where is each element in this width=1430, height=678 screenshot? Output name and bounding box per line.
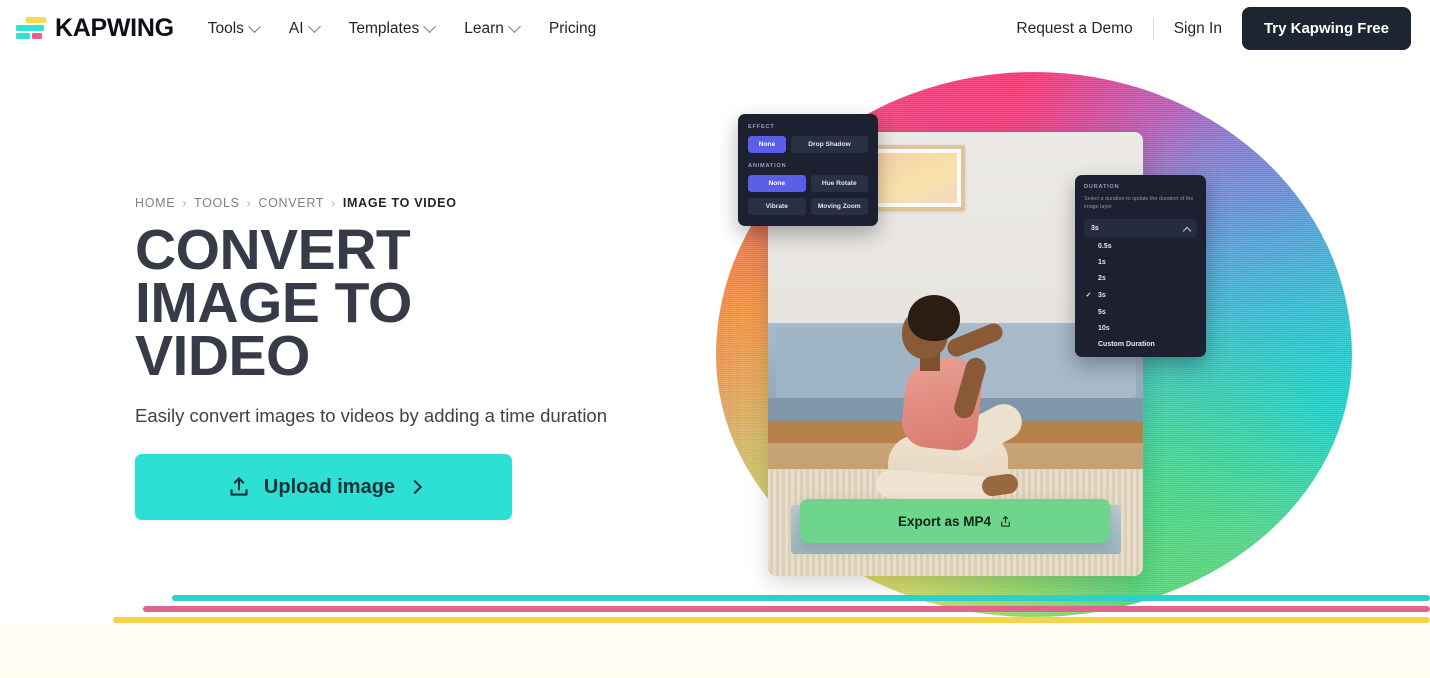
- kapwing-bars-logo-icon: [16, 17, 46, 40]
- nav-item-pricing[interactable]: Pricing: [549, 20, 596, 38]
- photo-wall-art-frame: [865, 145, 965, 211]
- nav-item-learn[interactable]: Learn: [464, 19, 521, 38]
- breadcrumb: HOME › TOOLS › CONVERT › IMAGE TO VIDEO: [135, 196, 695, 210]
- chevron-down-icon: [508, 20, 521, 34]
- chevron-right-icon: [407, 479, 423, 495]
- duration-option-custom[interactable]: Custom Duration: [1084, 336, 1197, 352]
- duration-options-list: 0.5s 1s 2s ✓ 3s 5s 10s Custom Duration: [1084, 238, 1197, 352]
- breadcrumb-item-convert[interactable]: CONVERT: [258, 196, 324, 210]
- duration-option-label: 0.5s: [1098, 242, 1112, 250]
- nav-item-label: Tools: [207, 19, 244, 37]
- upload-icon: [230, 477, 248, 496]
- nav-item-label: Templates: [348, 19, 420, 37]
- breadcrumb-item-home[interactable]: HOME: [135, 196, 175, 210]
- breadcrumb-separator-icon: ›: [246, 196, 252, 210]
- request-demo-link[interactable]: Request a Demo: [996, 20, 1152, 38]
- chevron-down-icon: [423, 20, 437, 34]
- animation-option-hue-rotate[interactable]: Hue Rotate: [810, 175, 868, 192]
- animation-option-none[interactable]: None: [748, 175, 806, 192]
- duration-selected-value: 3s: [1091, 225, 1099, 233]
- duration-option-0-5s[interactable]: 0.5s: [1084, 238, 1197, 254]
- export-share-icon: [1001, 515, 1010, 527]
- duration-option-label: 3s: [1098, 291, 1106, 299]
- nav-actions: Request a Demo Sign In Try Kapwing Free: [996, 7, 1430, 50]
- animation-option-vibrate[interactable]: Vibrate: [748, 198, 806, 215]
- page-subtitle: Easily convert images to videos by addin…: [135, 405, 608, 426]
- effect-options-row: None Drop Shadow: [748, 136, 868, 153]
- nav-item-tools[interactable]: Tools: [207, 19, 261, 38]
- duration-option-3s[interactable]: ✓ 3s: [1084, 287, 1197, 304]
- nav-links: Tools AI Templates Learn Pricing: [208, 20, 597, 38]
- breadcrumb-item-tools[interactable]: TOOLS: [194, 196, 240, 210]
- page-root: KAPWING Tools AI Templates Learn Pricing: [0, 0, 1430, 678]
- bottom-section-background: [0, 624, 1430, 678]
- breadcrumb-separator-icon: ›: [182, 196, 188, 210]
- chevron-down-icon: [307, 20, 321, 34]
- hero-illustration: EFFECT None Drop Shadow ANIMATION None H…: [700, 58, 1400, 618]
- photo-person-yoga-pose: [864, 295, 1064, 523]
- duration-option-label: 2s: [1098, 275, 1106, 283]
- export-button-label: Export as MP4: [897, 513, 992, 529]
- duration-section-label: DURATION: [1084, 184, 1120, 190]
- effect-section-label: EFFECT: [748, 124, 775, 130]
- breadcrumb-item-current: IMAGE TO VIDEO: [342, 196, 457, 210]
- top-navigation-bar: KAPWING Tools AI Templates Learn Pricing: [0, 0, 1430, 57]
- nav-item-label: Pricing: [548, 19, 597, 37]
- duration-option-label: 5s: [1098, 308, 1106, 316]
- duration-description: Select a duration to update the duration…: [1084, 196, 1194, 211]
- brand-name: KAPWING: [55, 14, 174, 42]
- duration-select-trigger[interactable]: 3s: [1084, 219, 1197, 239]
- effect-option-drop-shadow[interactable]: Drop Shadow: [791, 136, 868, 153]
- page-title: Convert image to video: [135, 218, 412, 388]
- decorative-rule-yellow: [113, 617, 1430, 623]
- animation-options-row-1: None Hue Rotate: [748, 175, 868, 192]
- nav-item-label: AI: [288, 19, 304, 37]
- chevron-down-icon: [248, 20, 261, 34]
- duration-option-5s[interactable]: 5s: [1084, 304, 1197, 320]
- upload-button-label: Upload image: [263, 475, 396, 498]
- nav-item-templates[interactable]: Templates: [348, 19, 437, 38]
- export-as-mp4-button[interactable]: Export as MP4: [800, 499, 1110, 543]
- decorative-rule-pink: [143, 606, 1430, 612]
- duration-option-label: 10s: [1098, 324, 1110, 332]
- effect-settings-panel: EFFECT None Drop Shadow ANIMATION None H…: [738, 114, 878, 226]
- nav-item-ai[interactable]: AI: [288, 19, 321, 38]
- chevron-up-icon: [1182, 226, 1192, 235]
- photo-wall-art-canvas: [873, 153, 957, 203]
- check-icon: ✓: [1085, 292, 1092, 300]
- animation-section-label: ANIMATION: [748, 163, 787, 169]
- animation-options-row-2: Vibrate Moving Zoom: [748, 198, 868, 215]
- duration-option-1s[interactable]: 1s: [1084, 254, 1197, 270]
- upload-image-button[interactable]: Upload image: [135, 454, 512, 520]
- duration-option-2s[interactable]: 2s: [1084, 271, 1197, 287]
- duration-settings-panel: DURATION Select a duration to update the…: [1075, 175, 1206, 357]
- decorative-rule-teal: [172, 595, 1430, 601]
- effect-option-none[interactable]: None: [748, 136, 786, 153]
- try-kapwing-free-button[interactable]: Try Kapwing Free: [1241, 7, 1411, 50]
- animation-option-moving-zoom[interactable]: Moving Zoom: [810, 198, 868, 215]
- nav-item-label: Learn: [464, 19, 504, 37]
- sign-in-link[interactable]: Sign In: [1154, 20, 1242, 38]
- duration-option-label: 1s: [1098, 259, 1106, 266]
- hero-text-block: HOME › TOOLS › CONVERT › IMAGE TO VIDEO …: [135, 196, 695, 520]
- brand-logo[interactable]: KAPWING: [16, 14, 174, 43]
- duration-option-10s[interactable]: 10s: [1084, 320, 1197, 336]
- duration-option-label: Custom Duration: [1098, 340, 1155, 348]
- breadcrumb-separator-icon: ›: [331, 196, 336, 210]
